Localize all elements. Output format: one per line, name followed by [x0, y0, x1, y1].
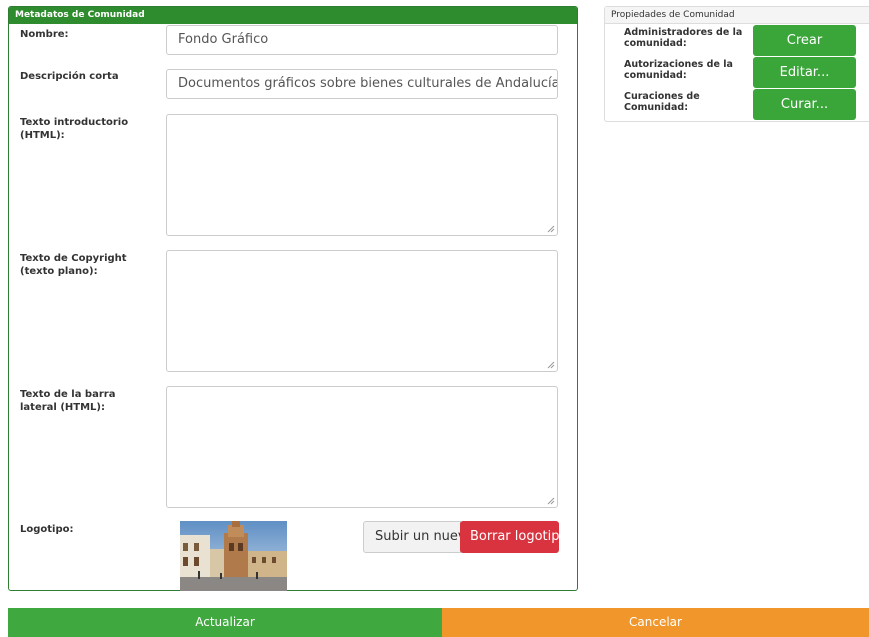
resize-grip-icon[interactable] — [547, 225, 555, 233]
short-description-input[interactable]: Documentos gráficos sobre bienes cultura… — [166, 69, 558, 99]
create-admins-button[interactable]: Crear — [753, 25, 856, 56]
upload-logo-button[interactable]: Subir un nuevo logotipo — [363, 521, 461, 553]
short-description-label: Descripción corta — [20, 71, 119, 82]
delete-logo-button[interactable]: Borrar logotipo — [460, 521, 559, 553]
admins-label: Administradores de la comunidad: — [624, 27, 743, 49]
intro-text-label: Texto introductorio (HTML): — [20, 117, 129, 141]
sidebar-text-textarea[interactable] — [166, 386, 558, 508]
logo-image — [180, 521, 287, 591]
curate-button[interactable]: Curar... — [753, 89, 856, 120]
sidebar-text-label: Texto de la barra lateral (HTML): — [20, 389, 116, 413]
edit-authorizations-button[interactable]: Editar... — [753, 57, 856, 88]
cancel-button[interactable]: Cancelar — [442, 608, 869, 637]
resize-grip-icon[interactable] — [547, 497, 555, 505]
community-properties-title: Propiedades de Comunidad — [605, 7, 869, 24]
copyright-label: Texto de Copyright (texto plano): — [20, 253, 127, 277]
name-label: Nombre: — [20, 29, 69, 40]
update-button[interactable]: Actualizar — [8, 608, 442, 637]
intro-text-textarea[interactable] — [166, 114, 558, 236]
resize-grip-icon[interactable] — [547, 361, 555, 369]
authorizations-label: Autorizaciones de la comunidad: — [624, 59, 733, 81]
community-metadata-title: Metadatos de Comunidad — [9, 7, 577, 24]
copyright-textarea[interactable] — [166, 250, 558, 372]
name-input[interactable]: Fondo Gráfico — [166, 25, 558, 55]
logo-label: Logotipo: — [20, 524, 74, 535]
curations-label: Curaciones de Comunidad: — [624, 91, 700, 113]
